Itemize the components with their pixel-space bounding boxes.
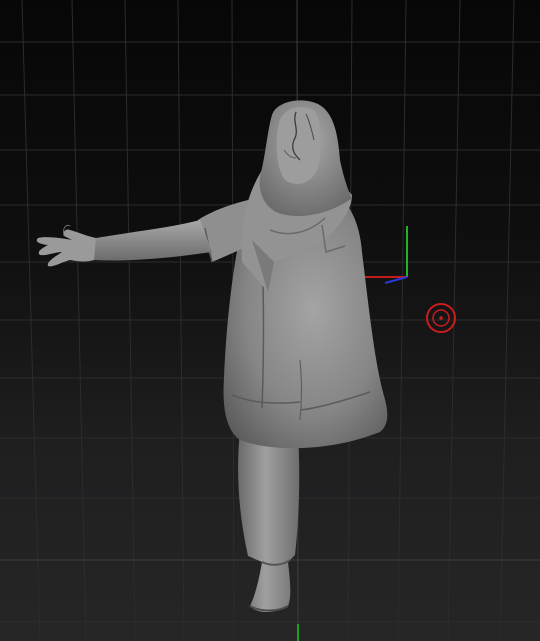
- model-head: [259, 100, 352, 217]
- 3d-viewport[interactable]: [0, 0, 540, 641]
- model-leg: [238, 430, 300, 612]
- model-hand: [36, 225, 96, 267]
- model-arm: [92, 220, 212, 261]
- sculpt-model[interactable]: [0, 0, 540, 641]
